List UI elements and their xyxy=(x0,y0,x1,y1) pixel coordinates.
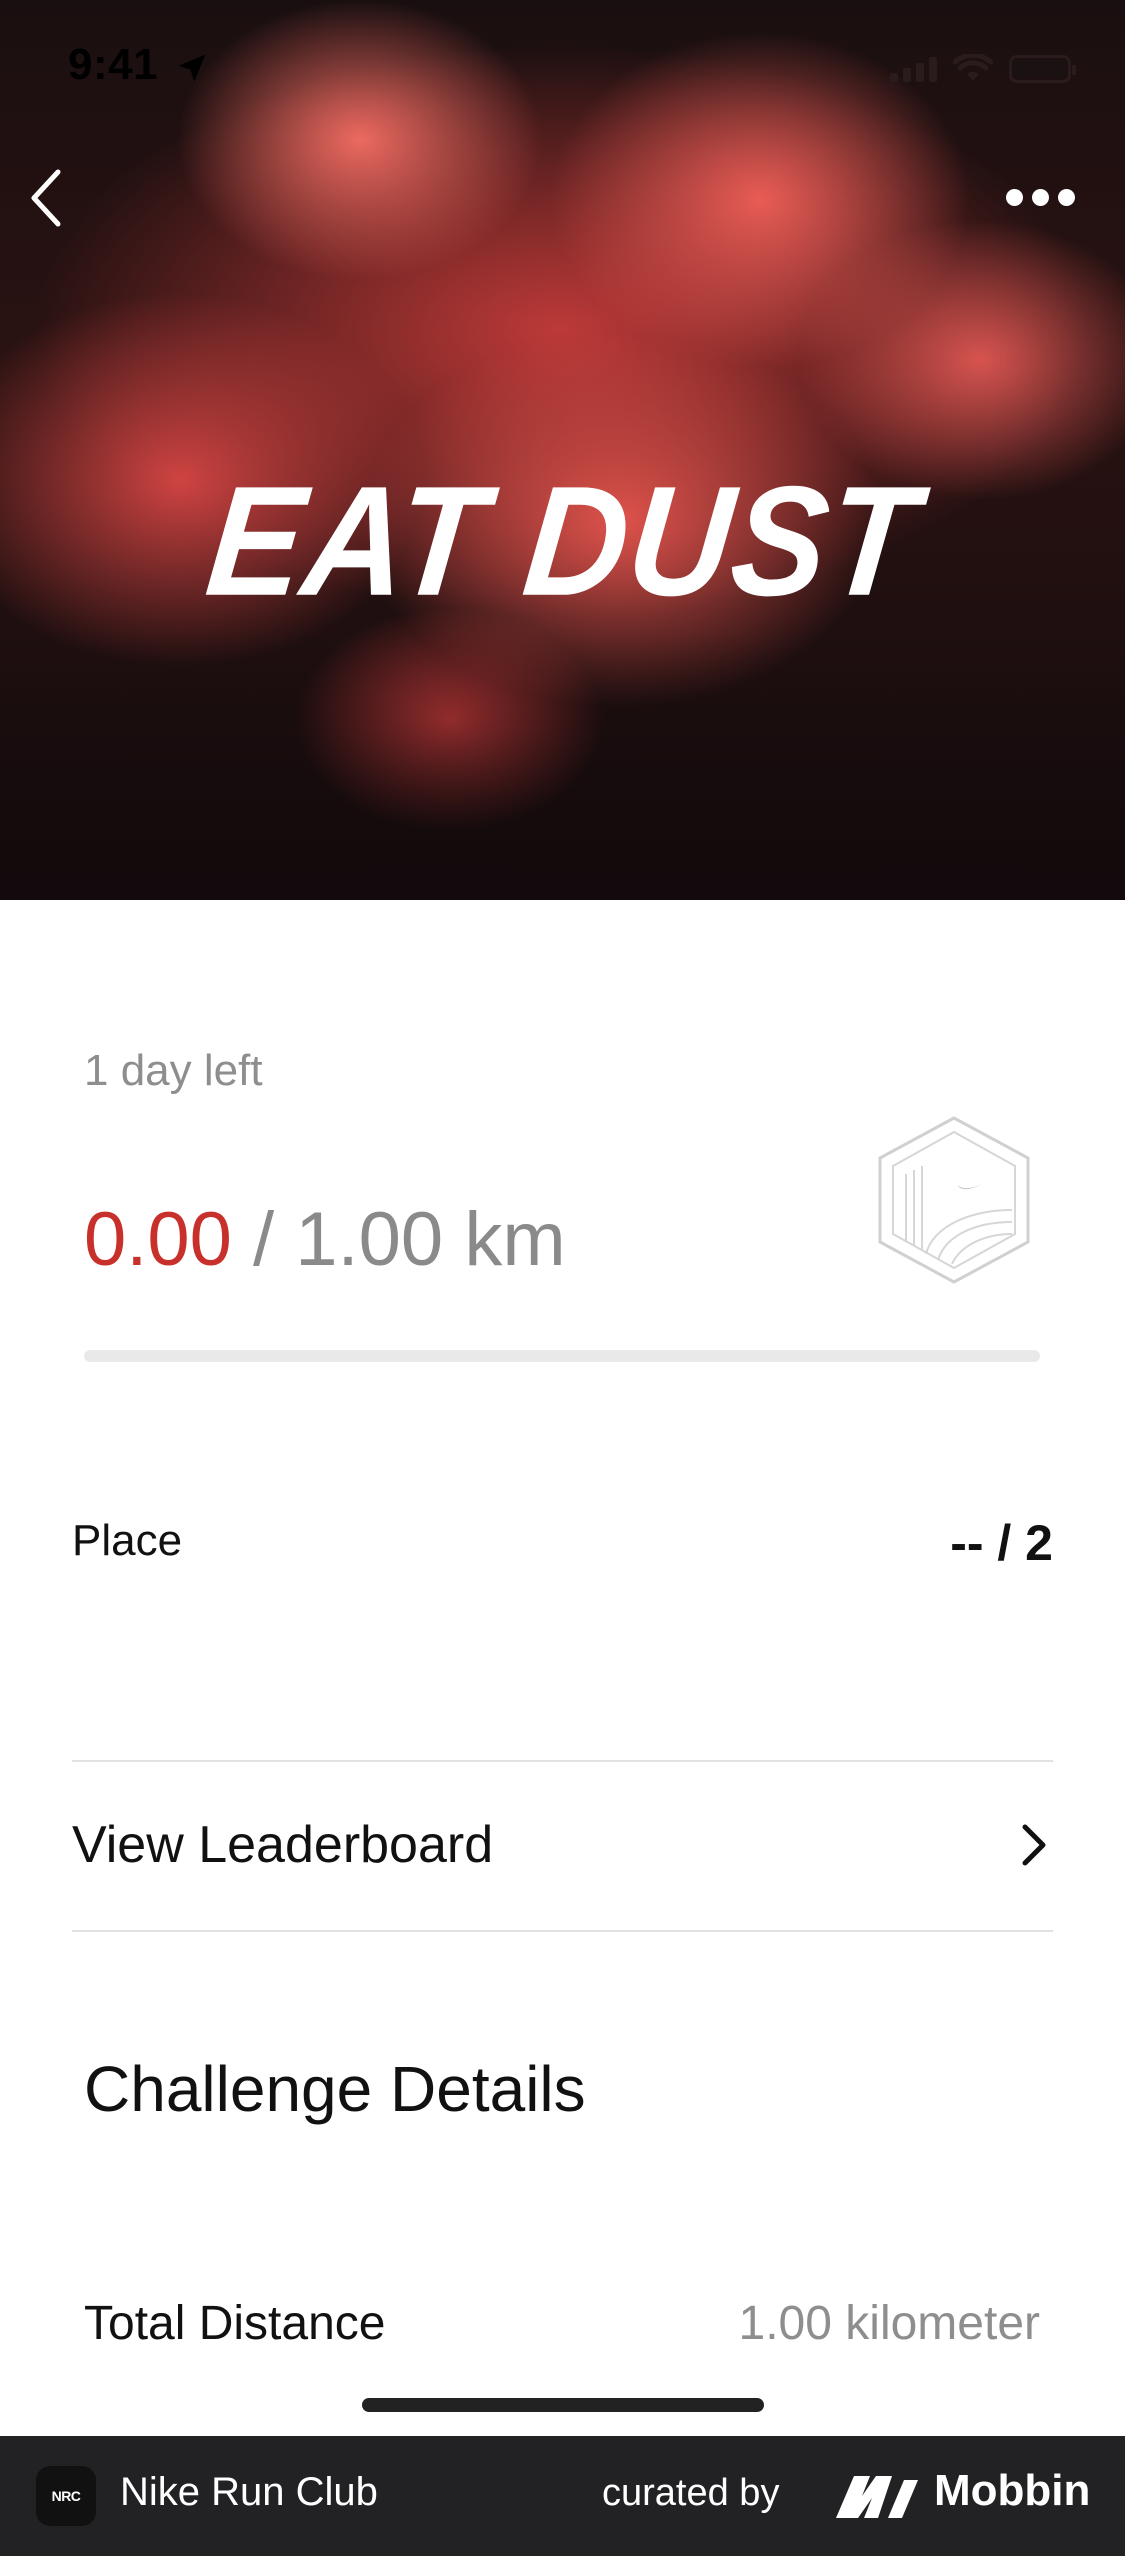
cellular-signal-icon xyxy=(890,56,937,82)
place-label: Place xyxy=(72,1516,183,1565)
chevron-left-icon xyxy=(31,169,61,227)
back-button[interactable] xyxy=(16,160,76,236)
more-options-button[interactable] xyxy=(995,172,1085,222)
mobbin-brand-name: Mobbin xyxy=(934,2466,1091,2515)
app-icon: NRC xyxy=(36,2466,96,2526)
view-leaderboard-button[interactable]: View Leaderboard xyxy=(72,1760,1053,1930)
total-distance-value: 1.00 kilometer xyxy=(738,2297,1040,2350)
location-arrow-icon xyxy=(178,54,206,82)
chevron-right-icon xyxy=(1022,1824,1046,1866)
app-icon-text: NRC xyxy=(51,2488,81,2504)
distance-separator: / xyxy=(231,1197,296,1282)
total-distance-label: Total Distance xyxy=(84,2297,386,2350)
challenge-title: EAT DUST xyxy=(199,454,926,629)
distance-progress: 0.00 / 1.00 km xyxy=(84,1196,566,1283)
distance-current: 0.00 xyxy=(84,1197,232,1282)
days-left-label: 1 day left xyxy=(84,1046,263,1095)
distance-goal: 1.00 km xyxy=(295,1197,566,1282)
challenge-details-title: Challenge Details xyxy=(84,2053,586,2125)
view-leaderboard-label: View Leaderboard xyxy=(72,1816,494,1874)
more-dots-icon xyxy=(1005,188,1023,206)
status-bar: 9:41 xyxy=(0,0,1125,140)
divider xyxy=(72,1930,1053,1932)
progress-bar xyxy=(84,1350,1040,1362)
curated-by-label: curated by xyxy=(602,2472,780,2514)
place-value: -- / 2 xyxy=(950,1515,1053,1571)
status-time: 9:41 xyxy=(68,40,159,89)
battery-icon xyxy=(1009,55,1076,83)
mobbin-logo-icon xyxy=(836,2476,918,2518)
app-name: Nike Run Club xyxy=(120,2470,378,2514)
wifi-icon xyxy=(953,54,993,81)
nike-hexagon-badge-icon xyxy=(878,1116,1030,1284)
home-indicator xyxy=(362,2398,764,2412)
hero-banner: 9:41 EAT DUST xyxy=(0,0,1125,900)
status-icons xyxy=(890,54,1076,84)
mobbin-footer: NRC Nike Run Club curated by Mobbin xyxy=(0,2436,1125,2556)
